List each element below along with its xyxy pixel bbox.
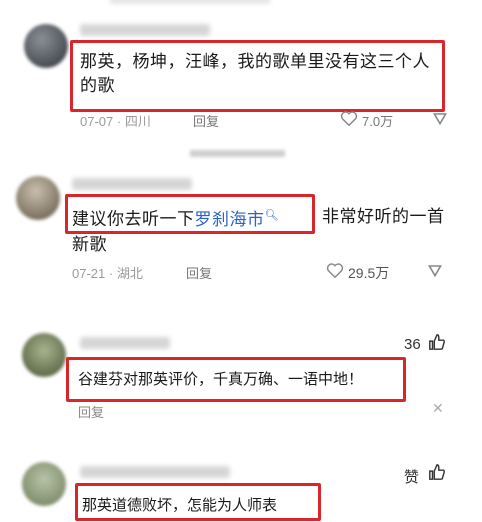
avatar[interactable] [22, 462, 66, 506]
close-icon[interactable]: ✕ [432, 400, 444, 417]
username[interactable] [80, 466, 230, 478]
username[interactable] [72, 178, 192, 190]
like-count: 7.0万 [362, 114, 394, 129]
heart-icon[interactable] [326, 262, 344, 278]
like-count: 29.5万 [348, 265, 390, 281]
username[interactable] [80, 337, 170, 349]
comment-date: 07-21 [72, 266, 106, 281]
like-label: 赞 [404, 469, 420, 486]
comment-date: 07-07 [80, 114, 114, 129]
top-cutoff-text [110, 0, 270, 4]
like-count: 36 [404, 336, 421, 353]
avatar[interactable] [22, 333, 66, 377]
comment-meta: 07-21 · 湖北 [72, 266, 143, 281]
reply-button[interactable]: 回复 [193, 111, 219, 130]
reply-button[interactable]: 回复 [186, 263, 212, 282]
comment-text: 那英，杨坤，汪峰，我的歌单里没有这三个人的歌 [80, 52, 430, 95]
avatar[interactable] [24, 24, 68, 68]
thumbs-up-icon[interactable] [428, 463, 446, 481]
thumbs-up-icon[interactable] [428, 333, 446, 351]
username[interactable] [80, 24, 210, 36]
reply-button[interactable]: 回复 [78, 402, 104, 421]
comment-meta: 07-07 · 四川 [80, 114, 151, 129]
comment-text-after: 非常好听的一首新歌 [72, 207, 445, 254]
comment-location: 四川 [124, 114, 151, 129]
dislike-icon[interactable] [427, 262, 443, 278]
section-cutoff-text [190, 150, 285, 157]
comment-location: 湖北 [116, 266, 143, 281]
dislike-icon[interactable] [432, 110, 448, 126]
comment-text: 那英道德败坏，怎能为人师表 [82, 497, 278, 514]
heart-icon[interactable] [340, 110, 358, 126]
avatar[interactable] [16, 176, 60, 220]
comment-text: 谷建芬对那英评价，千真万确、一语中地！ [78, 371, 364, 388]
